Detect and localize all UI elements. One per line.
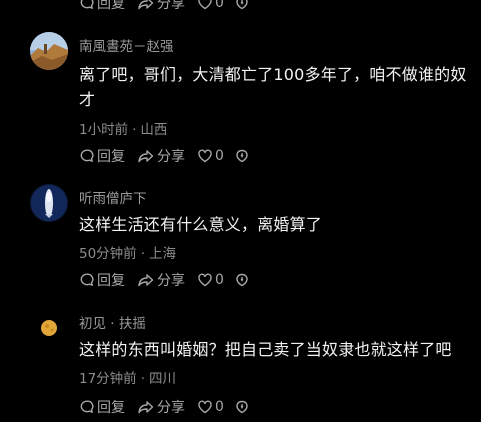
reply-button[interactable]: 回复 xyxy=(79,397,125,417)
reply-icon xyxy=(80,0,94,9)
share-icon xyxy=(138,0,154,10)
comment-author[interactable]: 初见 · 扶摇 xyxy=(79,312,146,332)
reply-icon xyxy=(80,273,94,286)
share-button[interactable]: 分享 xyxy=(137,397,185,417)
comment-location: 四川 xyxy=(148,371,176,387)
share-label: 分享 xyxy=(157,0,185,12)
share-icon xyxy=(138,274,154,287)
reply-label: 回复 xyxy=(97,149,125,165)
comment-location: 上海 xyxy=(148,246,176,262)
dislike-icon xyxy=(236,273,248,287)
share-icon xyxy=(138,401,154,414)
avatar-image xyxy=(30,32,68,70)
dislike-button[interactable] xyxy=(234,399,250,415)
comment-meta: 1小时前 · 山西 xyxy=(79,122,168,138)
reply-label: 回复 xyxy=(97,400,125,416)
like-button[interactable]: 0 xyxy=(197,399,224,415)
action-bar: 回复 分享 0 xyxy=(79,396,250,418)
dislike-icon xyxy=(236,149,248,163)
dislike-button[interactable] xyxy=(234,272,250,288)
comment-meta: 50分钟前 · 上海 xyxy=(79,246,176,262)
share-label: 分享 xyxy=(157,400,185,416)
action-bar: 回复 分享 0 xyxy=(79,269,250,291)
like-count: 0 xyxy=(215,148,224,164)
comment-time: 17分钟前 xyxy=(79,371,137,387)
comment-author[interactable]: 南風晝苑－赵强 xyxy=(79,35,174,55)
comment-content: 这样生活还有什么意义，离婚算了 xyxy=(79,215,323,234)
reply-icon xyxy=(80,149,94,162)
reply-label: 回复 xyxy=(97,273,125,289)
share-button[interactable]: 分享 xyxy=(137,146,185,166)
comment-list: 回复 分享 0 南風晝苑－赵强 离了吧，哥们，大清都亡了100多年了，咱不做谁的… xyxy=(0,0,481,422)
share-button[interactable]: 分享 xyxy=(137,0,185,13)
share-icon xyxy=(138,150,154,163)
avatar[interactable] xyxy=(30,184,68,222)
share-label: 分享 xyxy=(157,273,185,289)
action-bar-previous: 回复 分享 0 xyxy=(79,0,250,14)
share-button[interactable]: 分享 xyxy=(137,270,185,290)
dislike-button[interactable] xyxy=(234,148,250,164)
avatar-image xyxy=(30,309,68,347)
dislike-button[interactable] xyxy=(234,0,250,11)
dislike-icon xyxy=(236,0,248,10)
dislike-icon xyxy=(236,400,248,414)
like-button[interactable]: 0 xyxy=(197,148,224,164)
reply-label: 回复 xyxy=(97,0,125,12)
heart-icon xyxy=(198,273,212,287)
like-count: 0 xyxy=(215,272,224,288)
like-count: 0 xyxy=(215,399,224,415)
share-label: 分享 xyxy=(157,149,185,165)
heart-icon xyxy=(198,400,212,414)
comment-author[interactable]: 听雨僧庐下 xyxy=(79,187,147,207)
like-count: 0 xyxy=(215,0,224,11)
avatar[interactable] xyxy=(30,309,68,347)
comment-content: 离了吧，哥们，大清都亡了100多年了，咱不做谁的奴才 xyxy=(79,65,467,109)
heart-icon xyxy=(198,149,212,163)
comment-time: 50分钟前 xyxy=(79,246,137,262)
reply-button[interactable]: 回复 xyxy=(79,270,125,290)
avatar-image xyxy=(30,184,68,222)
avatar[interactable] xyxy=(30,32,68,70)
heart-icon xyxy=(198,0,212,10)
reply-button[interactable]: 回复 xyxy=(79,0,125,13)
action-bar: 回复 分享 0 xyxy=(79,145,250,167)
reply-icon xyxy=(80,400,94,413)
reply-button[interactable]: 回复 xyxy=(79,146,125,166)
like-button[interactable]: 0 xyxy=(197,0,224,11)
comment-content: 这样的东西叫婚姻？把自己卖了当奴隶也就这样了吧 xyxy=(79,340,452,359)
comment-time: 1小时前 xyxy=(79,122,129,138)
comment-meta: 17分钟前 · 四川 xyxy=(79,371,176,387)
comment-location: 山西 xyxy=(140,122,168,138)
like-button[interactable]: 0 xyxy=(197,272,224,288)
